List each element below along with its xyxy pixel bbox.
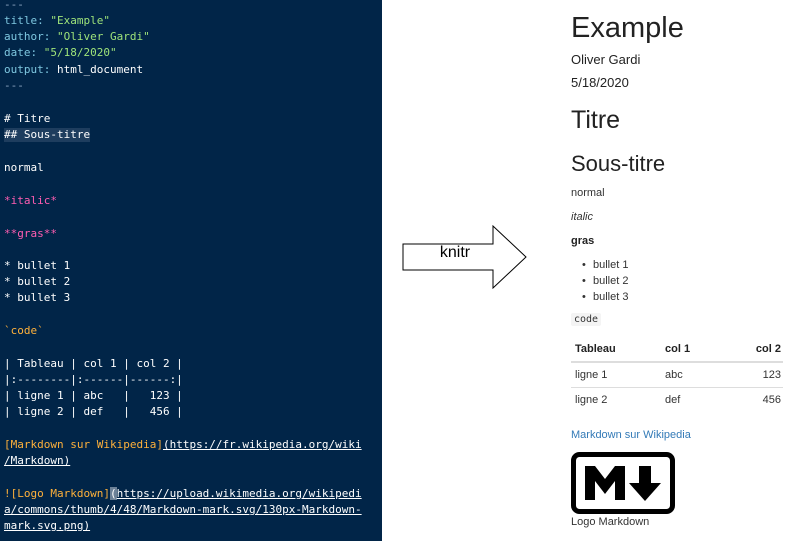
table-cell: 123 [762, 369, 781, 381]
link-source-line: [Markdown sur Wikipedia](https://fr.wiki… [4, 438, 362, 452]
yaml-delimiter-open: --- [4, 0, 24, 11]
yaml-value: "Oliver Gardi" [56, 30, 150, 43]
yaml-author-line: author: "Oliver Gardi" [4, 30, 150, 44]
yaml-delimiter-close: --- [4, 79, 24, 92]
table-source-line: | ligne 2 | def | 456 | [4, 405, 183, 418]
heading-1: Titre [571, 106, 621, 134]
table-cell: ligne 2 [575, 394, 608, 406]
yaml-value: "Example" [50, 14, 110, 27]
yaml-title-line: title: "Example" [4, 14, 110, 28]
table-header-row: Tableau col 1 col 2 [571, 337, 783, 361]
inline-code: code [571, 313, 602, 326]
table-cell: 456 [762, 394, 781, 406]
yaml-key: output: [4, 63, 51, 76]
image-caption: Logo Markdown [571, 516, 650, 528]
rendered-document: Example Oliver Gardi 5/18/2020 Titre Sou… [571, 0, 786, 541]
link-url-source: (https://fr.wikipedia.org/wiki [162, 438, 362, 451]
link-text-source: [Markdown sur Wikipedia] [4, 438, 163, 451]
image-source-line: ![Logo Markdown](https://upload.wikimedi… [4, 487, 362, 501]
bullet-source: * bullet 2 [4, 275, 71, 288]
table-cell: abc [665, 369, 683, 381]
yaml-key: author: [4, 30, 51, 43]
yaml-key: date: [4, 46, 38, 59]
yaml-date-line: date: "5/18/2020" [4, 46, 117, 60]
yaml-key: title: [4, 14, 44, 27]
inline-code-source: `code` [4, 324, 44, 337]
bullet-source: * bullet 3 [4, 291, 71, 304]
normal-text: normal [571, 187, 605, 199]
table-row: ligne 1 abc 123 [571, 363, 783, 387]
wikipedia-link[interactable]: Markdown sur Wikipedia [571, 429, 691, 441]
image-url-continuation: mark.svg.png) [4, 519, 91, 532]
markdown-mark-icon [571, 452, 675, 514]
table-header-cell: col 2 [755, 343, 781, 355]
arrow-label: knitr [439, 244, 471, 261]
image-url-continuation: a/commons/thumb/4/48/Markdown-mark.svg/1… [4, 503, 362, 516]
link-url-continuation: /Markdown) [4, 454, 71, 467]
table-cell: def [665, 394, 681, 406]
yaml-output-line: output: html_document [4, 63, 143, 77]
table-source-line: | Tableau | col 1 | col 2 | [4, 357, 183, 370]
table-row: ligne 2 def 456 [571, 388, 783, 412]
table-cell: ligne 1 [575, 369, 608, 381]
bold-source: **gras** [4, 227, 57, 240]
image-url-source: https://upload.wikimedia.org/wikipedi [116, 487, 362, 500]
bullet-item: bullet 1 [582, 259, 629, 271]
heading-1-source: # Titre [4, 112, 51, 125]
bullet-item: bullet 2 [582, 275, 629, 287]
yaml-value: "5/18/2020" [43, 46, 117, 59]
image-alt-source: ![Logo Markdown] [4, 487, 110, 500]
table-header-cell: Tableau [575, 343, 616, 355]
bullet-source: * bullet 1 [4, 259, 71, 272]
document-date: 5/18/2020 [571, 75, 629, 90]
italic-source: *italic* [4, 194, 57, 207]
heading-2-source: ## Sous-titre [4, 128, 91, 142]
bold-text: gras [571, 235, 595, 247]
italic-text: italic [571, 211, 594, 223]
document-title: Example [571, 12, 684, 44]
yaml-value: html_document [56, 63, 144, 76]
bullet-item: bullet 3 [582, 291, 629, 303]
text-cursor: ( [109, 487, 117, 500]
document-author: Oliver Gardi [571, 52, 641, 67]
normal-text-source: normal [4, 161, 44, 174]
heading-2: Sous-titre [571, 151, 666, 176]
table-source-line: | ligne 1 | abc | 123 | [4, 389, 183, 402]
table-header-cell: col 1 [665, 343, 691, 355]
source-editor[interactable]: --- title: "Example" author: "Oliver Gar… [0, 0, 382, 541]
table-source-line: |:--------|:------|------:| [4, 373, 183, 386]
